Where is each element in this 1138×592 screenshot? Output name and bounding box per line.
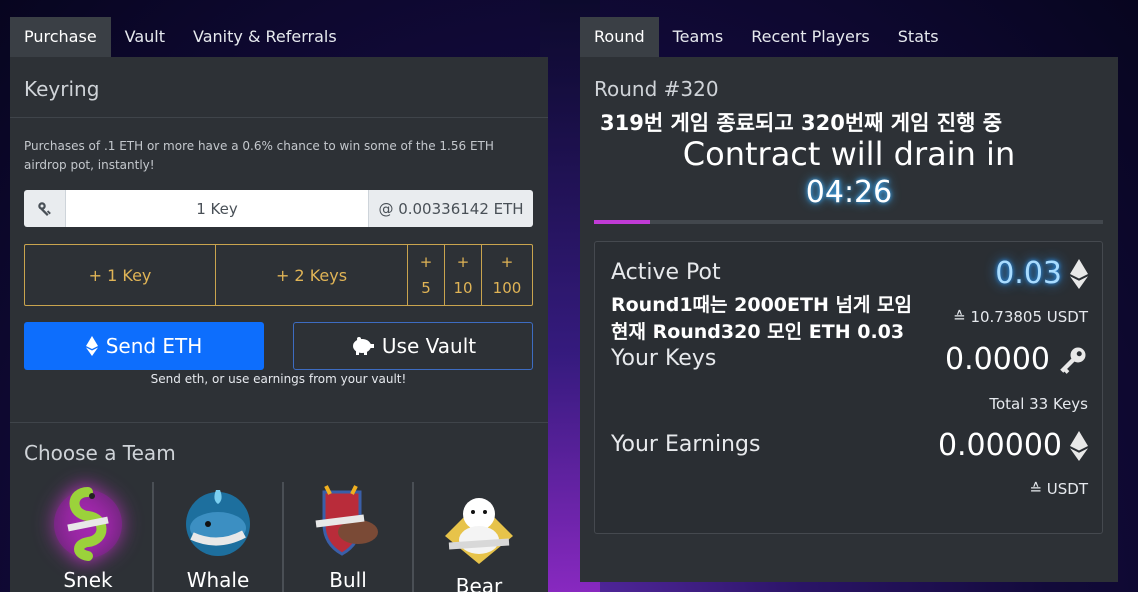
round-progress [594, 220, 1103, 224]
team-name: Bull [329, 568, 367, 592]
add-10-keys-button[interactable]: + 10 [445, 245, 482, 305]
team-name: Snek [63, 568, 113, 592]
key-amount-input[interactable] [66, 190, 368, 227]
amount-label: 10 [453, 279, 473, 297]
active-pot-label: Active Pot [611, 260, 721, 285]
annotation-current-round: 현재 Round320 모인 ETH 0.03 [611, 321, 905, 343]
add-1-key-button[interactable]: + 1 Key [25, 245, 216, 305]
team-bull[interactable]: Bull [284, 482, 414, 592]
send-hint: Send eth, or use earnings from your vaul… [150, 372, 407, 386]
add-keys-group: + 1 Key + 2 Keys + 5 + 10 + 100 [24, 244, 533, 306]
round-panel: Round #320 319번 게임 종료되고 320번째 게임 진행 중 Co… [580, 57, 1118, 582]
tab-round[interactable]: Round [580, 17, 659, 57]
tab-recent-players[interactable]: Recent Players [737, 17, 884, 57]
team-name: Bear [455, 574, 503, 592]
tab-vault[interactable]: Vault [111, 17, 179, 57]
round-timer: 04:26 [805, 175, 893, 210]
use-vault-label: Use Vault [381, 334, 477, 358]
round-title: Round #320 [594, 77, 719, 101]
your-keys-label: Your Keys [611, 346, 717, 371]
your-earnings-label: Your Earnings [611, 432, 761, 457]
purchase-panel: Keyring Purchases of .1 ETH or more have… [10, 57, 548, 592]
amount-label: 100 [492, 279, 522, 297]
use-vault-button[interactable]: Use Vault [293, 322, 533, 370]
team-name: Whale [186, 568, 250, 592]
piggy-bank-icon [352, 337, 374, 355]
key-icon [1060, 347, 1086, 374]
your-keys-amount: 0.0000 [945, 342, 1050, 377]
your-earnings-value: 0.00000 [938, 428, 1088, 463]
airdrop-info: Purchases of .1 ETH or more have a 0.6% … [24, 139, 494, 172]
keyring-title: Keyring [24, 77, 100, 101]
bull-icon [315, 485, 378, 556]
your-earnings-usd: ≙ USDT [1029, 480, 1088, 498]
drain-label: Contract will drain in [682, 135, 1016, 173]
key-amount-group: @ 0.00336142 ETH [24, 190, 533, 227]
amount-label: 5 [421, 279, 431, 297]
plus-label: + [500, 253, 514, 271]
divider [10, 117, 548, 118]
team-snek[interactable]: Snek [24, 482, 154, 592]
add-100-keys-button[interactable]: + 100 [482, 245, 532, 305]
key-icon [24, 190, 66, 227]
purchase-tabs: Purchase Vault Vanity & Referrals [10, 17, 351, 57]
team-bear[interactable]: Bear [414, 482, 544, 592]
snek-icon [54, 487, 122, 561]
annotation-round-status: 319번 게임 종료되고 320번째 게임 진행 중 [600, 111, 1003, 135]
team-selector: Snek Whale Bull Bear [24, 482, 544, 592]
active-pot-amount: 0.03 [995, 256, 1062, 291]
send-eth-button[interactable]: Send ETH [24, 322, 264, 370]
your-earnings-amount: 0.00000 [937, 428, 1062, 463]
tab-teams[interactable]: Teams [659, 17, 738, 57]
send-eth-label: Send ETH [105, 334, 203, 358]
pot-summary: Active Pot 0.03 Round1때는 2000ETH 넘게 모임 ≙… [594, 241, 1103, 534]
tab-vanity-referrals[interactable]: Vanity & Referrals [179, 17, 351, 57]
active-pot-usd: ≙ 10.73805 USDT [953, 308, 1088, 326]
whale-icon [186, 490, 250, 556]
add-2-keys-button[interactable]: + 2 Keys [216, 245, 408, 305]
plus-label: + [456, 253, 470, 271]
choose-team-title: Choose a Team [24, 441, 176, 465]
your-keys-value: 0.0000 [945, 342, 1088, 377]
annotation-round1: Round1때는 2000ETH 넘게 모임 [611, 294, 913, 316]
ethereum-icon [85, 336, 98, 356]
total-keys: Total 33 Keys [989, 395, 1088, 413]
team-whale[interactable]: Whale [154, 482, 284, 592]
round-progress-fill [594, 220, 650, 224]
active-pot-value: 0.03 [995, 256, 1088, 291]
tab-stats[interactable]: Stats [884, 17, 953, 57]
plus-label: + [419, 253, 433, 271]
round-tabs: Round Teams Recent Players Stats [580, 17, 953, 57]
ethereum-icon [1070, 258, 1088, 289]
add-5-keys-button[interactable]: + 5 [408, 245, 445, 305]
divider [10, 422, 548, 423]
ethereum-icon [1070, 430, 1088, 461]
key-price: @ 0.00336142 ETH [368, 190, 533, 227]
bear-icon [445, 498, 513, 564]
tab-purchase[interactable]: Purchase [10, 17, 111, 57]
